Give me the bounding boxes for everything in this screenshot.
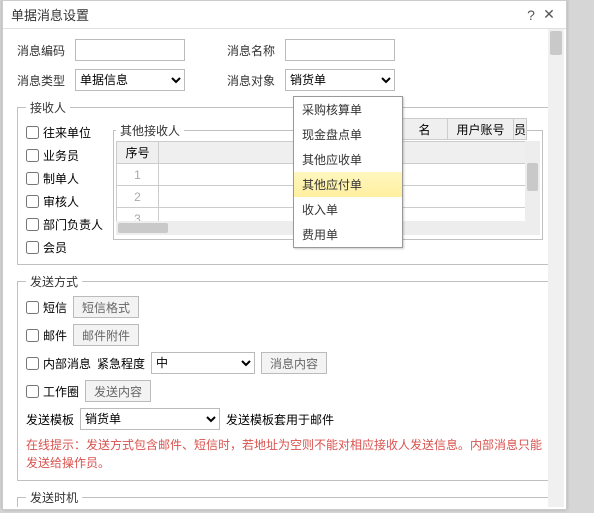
- dialog-vscroll[interactable]: [548, 29, 564, 507]
- innermsg-cb[interactable]: [26, 357, 39, 370]
- msg-target-select[interactable]: 销货单: [285, 69, 395, 91]
- send-time-fieldset: 发送时机 保存 审核 弃审 删除 取消中止 中止: [17, 489, 552, 507]
- dropdown-option[interactable]: 采购核算单: [294, 97, 402, 122]
- send-method-legend: 发送方式: [26, 273, 82, 290]
- recipient-cb-5[interactable]: [26, 241, 39, 254]
- warning-text: 在线提示：发送方式包含邮件、短信时，若地址为空则不能对相应接收人发送信息。内部消…: [26, 436, 543, 472]
- urgency-select[interactable]: 中: [151, 352, 255, 374]
- msg-target-label: 消息对象: [227, 72, 279, 89]
- msg-name-input[interactable]: [285, 39, 395, 61]
- help-icon[interactable]: ?: [522, 7, 540, 23]
- recipient-cb-3[interactable]: [26, 195, 39, 208]
- workgroup-cb[interactable]: [26, 385, 39, 398]
- dropdown-option[interactable]: 费用单: [294, 222, 402, 247]
- other-recipients-legend: 其他接收人: [116, 122, 184, 139]
- send-method-fieldset: 发送方式 短信 短信格式 邮件 邮件附件 内部消息 紧急程度 中 消息内容 工作…: [17, 273, 552, 481]
- msg-type-label: 消息类型: [17, 72, 69, 89]
- sms-cb[interactable]: [26, 301, 39, 314]
- close-icon[interactable]: ✕: [540, 6, 558, 23]
- dropdown-option[interactable]: 其他应收单: [294, 147, 402, 172]
- dropdown-option[interactable]: 收入单: [294, 197, 402, 222]
- col-seq: 序号: [117, 142, 159, 164]
- send-time-legend: 发送时机: [26, 489, 82, 506]
- dialog: 单据消息设置 ? ✕ 消息编码 消息名称 消息类型 单据信息 消息对象 销货单 …: [2, 0, 567, 510]
- recipient-cb-0[interactable]: [26, 126, 39, 139]
- titlebar: 单据消息设置 ? ✕: [3, 1, 566, 29]
- content: 消息编码 消息名称 消息类型 单据信息 消息对象 销货单 接收人 往来单位 业务…: [3, 29, 566, 507]
- template-label: 发送模板: [26, 411, 74, 428]
- table-vscroll[interactable]: [525, 141, 540, 221]
- innermsg-content-button[interactable]: 消息内容: [261, 352, 327, 374]
- msg-code-input[interactable]: [75, 39, 185, 61]
- msg-code-label: 消息编码: [17, 42, 69, 59]
- urgency-label: 紧急程度: [97, 355, 145, 372]
- recipient-cb-4[interactable]: [26, 218, 39, 231]
- mail-cb[interactable]: [26, 329, 39, 342]
- dropdown-option[interactable]: 其他应付单: [294, 172, 402, 197]
- recipients-legend: 接收人: [26, 99, 70, 116]
- msg-target-dropdown: 采购核算单 现金盘点单 其他应收单 其他应付单 收入单 费用单: [293, 96, 403, 248]
- extra-columns: 名 用户账号 员: [401, 118, 527, 140]
- recipients-list: 往来单位 业务员 制单人 审核人 部门负责人 会员: [26, 122, 103, 256]
- dialog-title: 单据消息设置: [11, 5, 522, 24]
- template-select[interactable]: 销货单: [80, 408, 220, 430]
- recipient-cb-1[interactable]: [26, 149, 39, 162]
- sms-format-button[interactable]: 短信格式: [73, 296, 139, 318]
- mail-attach-button[interactable]: 邮件附件: [73, 324, 139, 346]
- recipient-cb-2[interactable]: [26, 172, 39, 185]
- msg-type-select[interactable]: 单据信息: [75, 69, 185, 91]
- dropdown-option[interactable]: 现金盘点单: [294, 122, 402, 147]
- template-note: 发送模板套用于邮件: [226, 411, 334, 428]
- workgroup-content-button[interactable]: 发送内容: [85, 380, 151, 402]
- msg-name-label: 消息名称: [227, 42, 279, 59]
